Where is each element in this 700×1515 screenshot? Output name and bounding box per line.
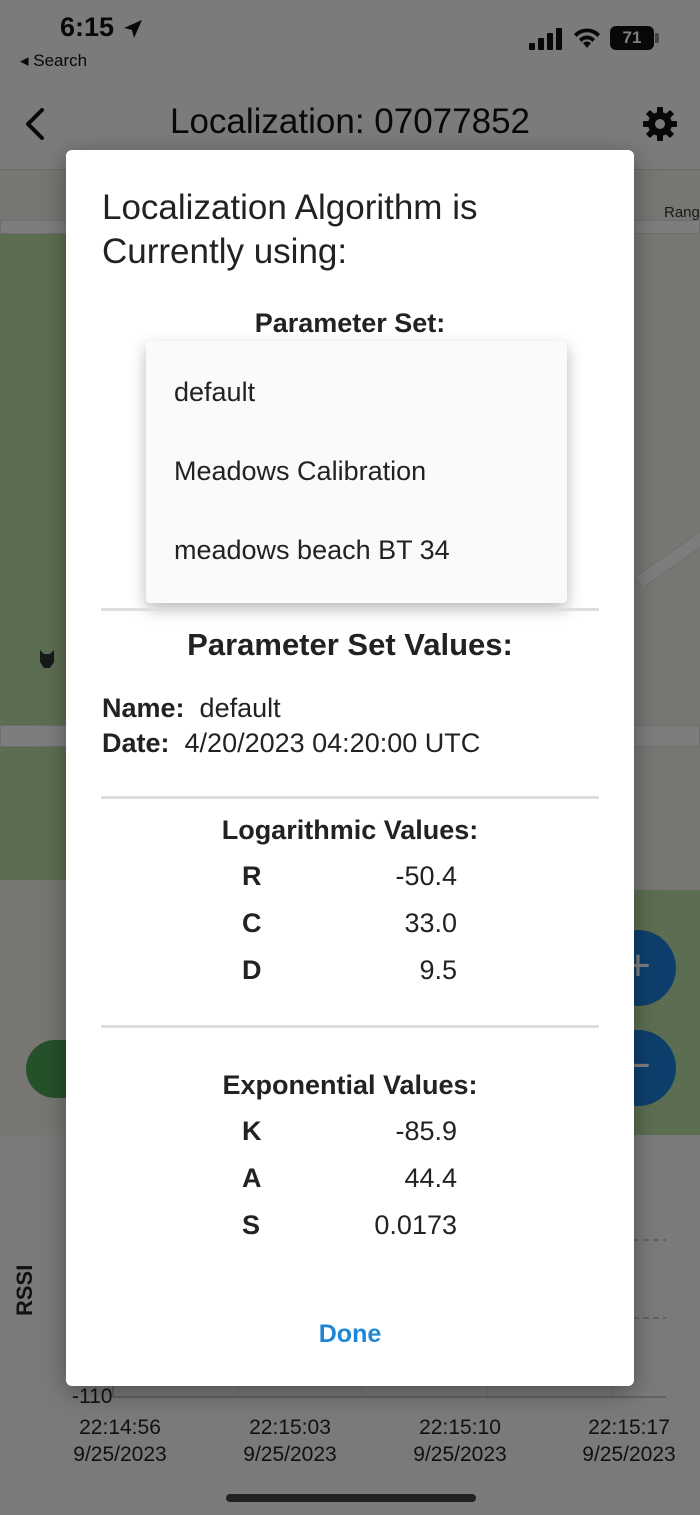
exp-value-s: 0.0173 — [374, 1210, 457, 1240]
dropdown-option-meadows-calibration[interactable]: Meadows Calibration — [174, 456, 426, 487]
divider — [101, 1025, 599, 1028]
date-value: 4/20/2023 04:20:00 UTC — [184, 728, 481, 758]
dialog-title: Localization Algorithm is Currently usin… — [102, 188, 478, 271]
log-value-c: 33.0 — [404, 908, 457, 938]
log-key-c: C — [242, 908, 262, 938]
exp-key-k: K — [242, 1116, 262, 1146]
localization-dialog: Localization Algorithm is Currently usin… — [66, 150, 634, 1386]
log-value-d: 9.5 — [419, 955, 457, 985]
name-label: Name: — [102, 693, 185, 723]
exp-value-k: -85.9 — [395, 1116, 457, 1146]
dropdown-option-default[interactable]: default — [174, 377, 255, 408]
home-indicator[interactable] — [226, 1494, 476, 1502]
log-value-r: -50.4 — [395, 861, 457, 891]
date-label: Date: — [102, 728, 170, 758]
parameter-set-dropdown-menu: default Meadows Calibration meadows beac… — [146, 341, 567, 603]
exponential-values-title: Exponential Values: — [222, 1070, 478, 1100]
divider — [101, 796, 599, 799]
logarithmic-values-title: Logarithmic Values: — [221, 815, 479, 845]
exp-key-s: S — [242, 1210, 261, 1240]
log-key-d: D — [242, 955, 262, 985]
log-key-r: R — [242, 861, 262, 891]
divider — [101, 608, 599, 611]
dropdown-option-meadows-beach-bt-34[interactable]: meadows beach BT 34 — [174, 535, 450, 566]
name-value: default — [199, 693, 281, 723]
exp-value-a: 44.4 — [404, 1163, 457, 1193]
exp-key-a: A — [242, 1163, 262, 1193]
name-row: Name: default — [102, 693, 281, 724]
parameter-set-values-title: Parameter Set Values: — [187, 627, 513, 662]
date-row: Date: 4/20/2023 04:20:00 UTC — [102, 728, 480, 759]
parameter-set-label: Parameter Set: — [254, 308, 446, 338]
done-button[interactable]: Done — [66, 1320, 634, 1349]
